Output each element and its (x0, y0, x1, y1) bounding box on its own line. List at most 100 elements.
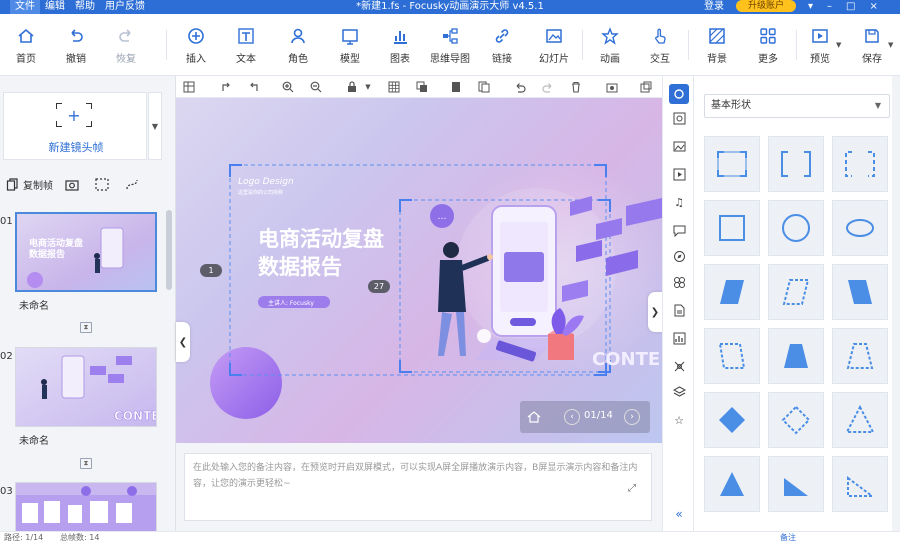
shape-dashed-bracket[interactable] (832, 136, 888, 192)
screenshot-icon[interactable] (604, 79, 620, 95)
window-layout-icon[interactable] (638, 79, 654, 95)
new-frame-dropdown[interactable]: ▼ (148, 92, 162, 160)
menu-help[interactable]: 帮助 (70, 0, 100, 14)
undo-button[interactable]: 撤销 (54, 14, 98, 76)
maximize-icon[interactable]: □ (846, 0, 855, 14)
slide-thumbnail-1[interactable]: 电商活动复盘 数据报告 (15, 212, 157, 292)
undo-small-icon[interactable] (512, 79, 528, 95)
collapse-properties-icon[interactable]: « (671, 506, 687, 522)
slide-thumbnail-2[interactable]: CONTE (15, 347, 157, 427)
shape-dashed-parallelogram[interactable] (768, 264, 824, 320)
next-page-button[interactable]: › (624, 409, 640, 425)
transition-icon[interactable]: ⧗ (80, 458, 92, 469)
shape-diamond[interactable] (704, 392, 760, 448)
mindmap-button[interactable]: 思维导图 (428, 14, 472, 76)
copy-frame-button[interactable]: 复制帧 (0, 170, 59, 198)
shape-reverse-parallelogram[interactable] (832, 264, 888, 320)
background-button[interactable]: 背景 (695, 14, 739, 76)
fit-icon[interactable] (181, 79, 197, 95)
shape-tab-icon[interactable] (669, 84, 689, 104)
rotate-right-icon[interactable] (218, 79, 234, 95)
character-button[interactable]: 角色 (276, 14, 320, 76)
menu-file[interactable]: 文件 (10, 0, 40, 14)
video-tab-icon[interactable] (671, 166, 687, 182)
insert-button[interactable]: 插入 (174, 14, 218, 76)
collapse-left-panel-button[interactable]: ❮ (176, 322, 190, 362)
shape-bracket[interactable] (768, 136, 824, 192)
delete-icon[interactable] (568, 79, 584, 95)
frame-list-scrollbar[interactable] (166, 210, 172, 290)
shape-square[interactable] (704, 200, 760, 256)
menu-edit[interactable]: 编辑 (40, 0, 70, 14)
redo-small-icon[interactable] (540, 79, 556, 95)
capture-frame-button[interactable] (59, 170, 89, 198)
shapes-tab-icon[interactable] (671, 274, 687, 290)
home-small-icon[interactable] (526, 409, 542, 425)
shape-dashed-trapezoid-left[interactable] (704, 328, 760, 384)
interact-button[interactable]: 交互 (638, 14, 682, 76)
chart-tab-icon[interactable] (671, 330, 687, 346)
music-tab-icon[interactable]: ♫ (671, 194, 687, 210)
shape-dashed-trapezoid[interactable] (832, 328, 888, 384)
chart-button[interactable]: 图表 (378, 14, 422, 76)
prev-page-button[interactable]: ‹ (564, 409, 580, 425)
minimize-icon[interactable]: – (827, 0, 832, 14)
shape-right-triangle[interactable] (768, 456, 824, 512)
preview-dropdown-icon[interactable]: ▼ (836, 41, 841, 49)
copy-layer-icon[interactable] (448, 79, 464, 95)
lock-dropdown-icon[interactable]: ▼ (360, 79, 376, 95)
path-badge-1[interactable]: 1 (200, 264, 222, 277)
slide-canvas[interactable]: … Logo Design 这里是你的公司简称 电商活动复盘 数据报告 主讲人:… (176, 98, 662, 443)
text-button[interactable]: 文本 (224, 14, 268, 76)
animation-button[interactable]: 动画 (588, 14, 632, 76)
shape-category-select[interactable]: 基本形状 ▼ (704, 94, 890, 118)
shape-rect-outline-corners[interactable] (704, 136, 760, 192)
shape-ellipse[interactable] (832, 200, 888, 256)
image-tab-icon[interactable] (671, 110, 687, 126)
home-button[interactable]: 首页 (4, 14, 48, 76)
star-tab-icon[interactable]: ☆ (671, 412, 687, 428)
template-button[interactable]: 模型 (328, 14, 372, 76)
shape-trapezoid[interactable] (768, 328, 824, 384)
picture-tab-icon[interactable] (671, 138, 687, 154)
collapse-right-panel-button[interactable]: ❯ (648, 292, 662, 332)
layer-icon[interactable] (414, 79, 430, 95)
transition-icon[interactable]: ⧗ (80, 322, 92, 333)
select-frame-button[interactable] (89, 170, 119, 198)
layers-tab-icon[interactable] (671, 384, 687, 400)
more-button[interactable]: 更多 (746, 14, 790, 76)
expand-notes-icon[interactable]: ⤢ (628, 483, 636, 494)
grid-toggle-icon[interactable] (386, 79, 402, 95)
effects-tab-icon[interactable] (671, 358, 687, 374)
shape-dashed-diamond[interactable] (768, 392, 824, 448)
comment-tab-icon[interactable] (671, 222, 687, 238)
menu-feedback[interactable]: 用户反馈 (100, 0, 150, 14)
skin-icon[interactable]: ▾ (808, 0, 813, 14)
shape-dashed-right-triangle[interactable] (832, 456, 888, 512)
note-status-button[interactable]: 备注 (780, 532, 796, 541)
notes-input[interactable]: 在此处输入您的备注内容，在预览时开启双屏模式，可以实现A屏全屏播放演示内容，B屏… (184, 453, 652, 521)
close-icon[interactable]: × (869, 0, 877, 14)
shape-panel-scrollbar[interactable] (892, 76, 900, 541)
shape-dashed-triangle[interactable] (832, 392, 888, 448)
zoom-out-icon[interactable] (308, 79, 324, 95)
menu-app[interactable] (0, 0, 10, 14)
shape-circle[interactable] (768, 200, 824, 256)
slideshow-button[interactable]: 幻灯片 (532, 14, 576, 76)
zoom-in-icon[interactable] (280, 79, 296, 95)
save-dropdown-icon[interactable]: ▼ (888, 41, 893, 49)
compass-tab-icon[interactable] (671, 248, 687, 264)
redo-button[interactable]: 恢复 (104, 14, 148, 76)
upgrade-button[interactable]: 升级账户 (736, 0, 796, 12)
lock-icon[interactable] (344, 79, 360, 95)
paste-icon[interactable] (476, 79, 492, 95)
path-badge-27[interactable]: 27 (368, 280, 390, 293)
slide-thumbnail-3[interactable] (15, 482, 157, 532)
link-button[interactable]: 链接 (480, 14, 524, 76)
rotate-left-icon[interactable] (246, 79, 262, 95)
path-frame-button[interactable] (119, 170, 149, 198)
login-link[interactable]: 登录 (704, 0, 724, 14)
document-tab-icon[interactable] (671, 302, 687, 318)
shape-parallelogram[interactable] (704, 264, 760, 320)
new-frame-button[interactable]: + 新建镜头帧 (3, 92, 147, 160)
